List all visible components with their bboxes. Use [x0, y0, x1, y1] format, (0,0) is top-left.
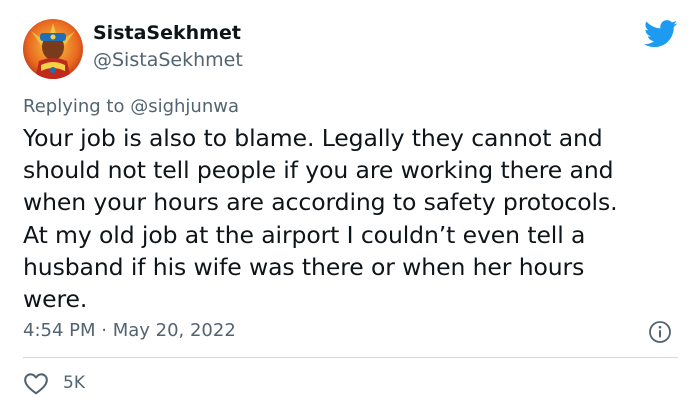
info-icon[interactable] — [648, 320, 672, 344]
avatar[interactable] — [23, 19, 83, 79]
tweet-card: SistaSekhmet @SistaSekhmet Replying to @… — [0, 0, 700, 410]
like-button[interactable]: 5K — [23, 370, 85, 396]
twitter-bird-icon[interactable] — [644, 20, 678, 48]
display-name[interactable]: SistaSekhmet — [93, 22, 241, 44]
reply-mention-link[interactable]: @sighjunwa — [130, 96, 239, 117]
tweet-text: Your job is also to blame. Legally they … — [23, 124, 618, 314]
like-count: 5K — [63, 373, 85, 393]
heart-icon — [24, 373, 48, 395]
replying-to-label: Replying to — [23, 96, 131, 117]
avatar-image — [23, 19, 83, 79]
tweet-timestamp[interactable]: 4:54 PM · May 20, 2022 — [23, 320, 236, 341]
replying-to-line: Replying to @sighjunwa — [23, 96, 239, 117]
user-handle[interactable]: @SistaSekhmet — [93, 49, 243, 71]
divider — [23, 357, 678, 358]
